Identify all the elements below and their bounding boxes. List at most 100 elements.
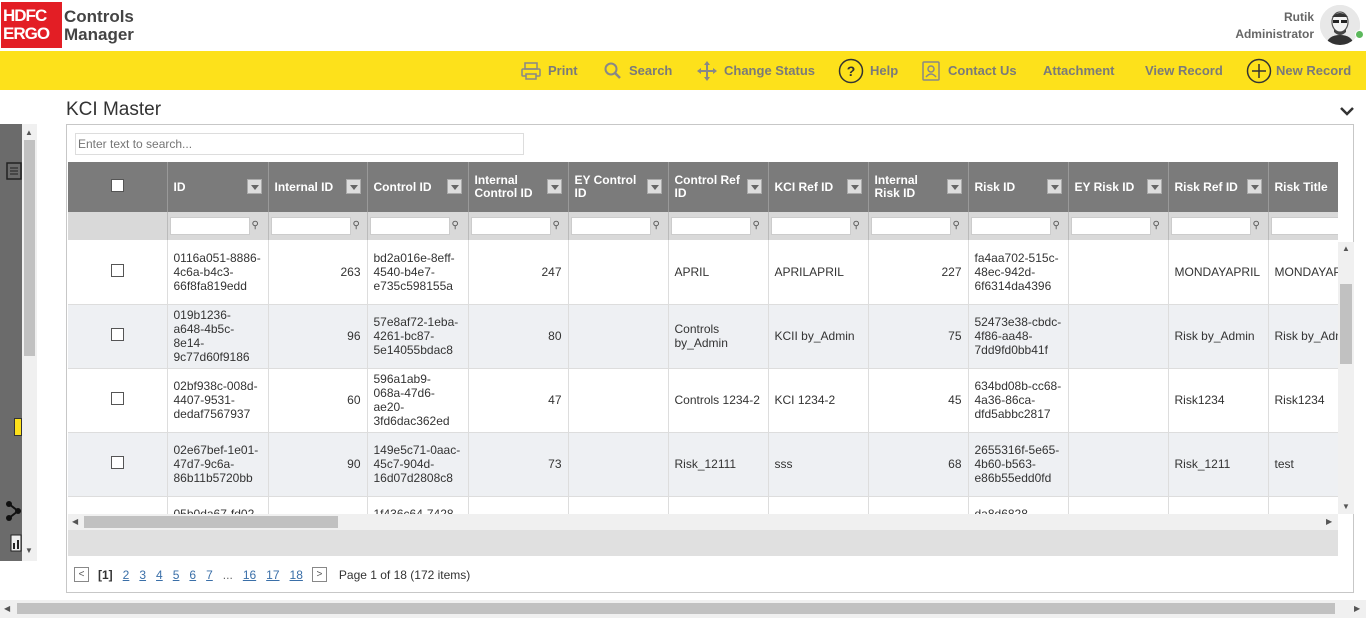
pager-page-link[interactable]: 2 <box>123 568 130 582</box>
page-scroll-left-icon[interactable]: ◀ <box>4 604 10 613</box>
column-filter-input[interactable] <box>270 217 351 235</box>
column-header[interactable]: EY Control ID <box>568 162 669 212</box>
column-filter-input[interactable] <box>670 217 751 235</box>
change-status-button[interactable]: Change Status <box>696 51 815 90</box>
sidebar-scroll-thumb[interactable] <box>24 140 35 356</box>
filter-funnel-icon[interactable]: ⚲ <box>853 220 860 231</box>
filter-dropdown-icon[interactable] <box>1246 179 1262 194</box>
page-horizontal-scrollbar[interactable]: ◀ ▶ <box>0 600 1366 618</box>
pager-page-link[interactable]: 17 <box>266 568 279 582</box>
print-button[interactable]: Print <box>520 51 578 90</box>
new-record-button[interactable]: New Record <box>1246 51 1351 90</box>
help-button[interactable]: ? Help <box>838 51 898 90</box>
row-checkbox[interactable] <box>110 456 124 469</box>
filter-funnel-icon[interactable]: ⚲ <box>653 220 660 231</box>
column-filter-input[interactable] <box>870 217 951 235</box>
column-filter-input[interactable] <box>1070 217 1151 235</box>
column-header[interactable]: Risk ID <box>968 162 1069 212</box>
column-filter-input[interactable] <box>470 217 551 235</box>
pager-page-link[interactable]: 16 <box>243 568 256 582</box>
grid-scroll-right-icon[interactable]: ▶ <box>1326 517 1332 526</box>
filter-funnel-icon[interactable]: ⚲ <box>353 220 360 231</box>
filter-dropdown-icon[interactable] <box>846 179 862 194</box>
filter-dropdown-icon[interactable] <box>546 179 562 194</box>
filter-dropdown-icon[interactable] <box>1046 179 1062 194</box>
pager-page-link[interactable]: 5 <box>173 568 180 582</box>
pager-page-link[interactable]: 6 <box>189 568 196 582</box>
table-row[interactable]: 05b0da67-fd02- 1f436c64-7428- da8d6828-e… <box>68 496 1338 514</box>
table-row[interactable]: 02bf938c-008d-4407-9531-dedaf7567937 60 … <box>68 368 1338 433</box>
collapse-chevron-icon[interactable] <box>1339 105 1355 120</box>
filter-funnel-icon[interactable]: ⚲ <box>252 220 259 231</box>
grid-horizontal-scroll-thumb[interactable] <box>84 516 338 528</box>
column-header[interactable]: Risk Ref ID <box>1168 162 1269 212</box>
column-header[interactable]: Risk Title <box>1268 162 1338 212</box>
pager-page-link[interactable]: 3 <box>139 568 146 582</box>
column-filter-input[interactable] <box>1170 217 1251 235</box>
column-header[interactable]: Control Ref ID <box>668 162 769 212</box>
filter-dropdown-icon[interactable] <box>1146 179 1162 194</box>
row-checkbox[interactable] <box>110 263 124 277</box>
column-filter-input[interactable] <box>369 217 450 235</box>
column-filter-input[interactable] <box>169 217 250 235</box>
logo-line2: ERGO <box>3 24 50 43</box>
table-row[interactable]: 019b1236-a648-4b5c-8e14-9c77d60f9186 96 … <box>68 304 1338 369</box>
table-row[interactable]: 0116a051-8886-4c6a-b4c3-66f8fa819edd 263… <box>68 240 1338 305</box>
table-row[interactable]: 02e67bef-1e01-47d7-9c6a-86b11b5720bb 90 … <box>68 432 1338 497</box>
column-header[interactable]: Internal Control ID <box>468 162 569 212</box>
filter-funnel-icon[interactable]: ⚲ <box>1053 220 1060 231</box>
grid-scroll-left-icon[interactable]: ◀ <box>72 517 78 526</box>
filter-dropdown-icon[interactable] <box>446 179 462 194</box>
contact-us-button[interactable]: Contact Us <box>920 51 1017 90</box>
network-icon[interactable] <box>5 500 22 522</box>
filter-funnel-icon[interactable]: ⚲ <box>1153 220 1160 231</box>
filter-dropdown-icon[interactable] <box>345 179 361 194</box>
attachment-button[interactable]: Attachment <box>1043 51 1115 90</box>
grid-scroll-up-icon[interactable]: ▲ <box>1342 244 1350 253</box>
column-filter-input[interactable] <box>770 217 851 235</box>
view-record-button[interactable]: View Record <box>1145 51 1223 90</box>
page-horizontal-scroll-thumb[interactable] <box>17 603 1335 614</box>
column-header[interactable]: KCI Ref ID <box>768 162 869 212</box>
filter-dropdown-icon[interactable] <box>746 179 762 194</box>
report-icon[interactable] <box>10 534 22 552</box>
filter-funnel-icon[interactable]: ⚲ <box>953 220 960 231</box>
list-icon[interactable] <box>6 162 22 180</box>
column-filter-input[interactable] <box>970 217 1051 235</box>
filter-funnel-icon[interactable]: ⚲ <box>452 220 459 231</box>
pager-page-link[interactable]: 7 <box>206 568 213 582</box>
filter-funnel-icon[interactable]: ⚲ <box>753 220 760 231</box>
select-all-checkbox[interactable] <box>110 179 124 192</box>
sidebar-scroll-down-icon[interactable]: ▼ <box>25 546 33 555</box>
grid-vertical-scrollbar[interactable]: ▲ ▼ <box>1338 242 1354 514</box>
grid-horizontal-scrollbar[interactable]: ◀ ▶ <box>68 514 1338 530</box>
row-checkbox[interactable] <box>110 392 124 405</box>
filter-dropdown-icon[interactable] <box>246 179 262 194</box>
pager-page-link[interactable]: 18 <box>290 568 303 582</box>
filter-funnel-icon[interactable]: ⚲ <box>1253 220 1260 231</box>
filter-dropdown-icon[interactable] <box>646 179 662 194</box>
filter-dropdown-icon[interactable] <box>946 179 962 194</box>
column-filter-input[interactable] <box>570 217 651 235</box>
next-page-icon[interactable]: > <box>311 567 327 582</box>
sidebar-scroll-up-icon[interactable]: ▲ <box>25 128 33 137</box>
column-header[interactable]: ID <box>167 162 269 212</box>
filter-funnel-icon[interactable]: ⚲ <box>553 220 560 231</box>
prev-page-icon[interactable]: < <box>74 567 89 582</box>
grid-vertical-scroll-thumb[interactable] <box>1340 284 1352 364</box>
column-header[interactable]: EY Risk ID <box>1068 162 1169 212</box>
column-header[interactable]: Internal ID <box>268 162 368 212</box>
user-info[interactable]: Rutik Administrator <box>1235 9 1314 43</box>
column-header[interactable]: Internal Risk ID <box>868 162 969 212</box>
avatar[interactable] <box>1320 5 1360 45</box>
column-filter-input[interactable] <box>1270 217 1338 235</box>
pager-page-link[interactable]: 4 <box>156 568 163 582</box>
column-header[interactable]: Control ID <box>367 162 469 212</box>
row-checkbox[interactable] <box>110 328 124 341</box>
search-input[interactable] <box>75 133 524 155</box>
sidebar-marker-icon[interactable] <box>14 418 22 436</box>
cell-internal-risk-id: 75 <box>868 304 969 369</box>
grid-scroll-down-icon[interactable]: ▼ <box>1342 502 1350 511</box>
page-scroll-right-icon[interactable]: ▶ <box>1354 604 1360 613</box>
search-button[interactable]: Search <box>603 51 672 90</box>
